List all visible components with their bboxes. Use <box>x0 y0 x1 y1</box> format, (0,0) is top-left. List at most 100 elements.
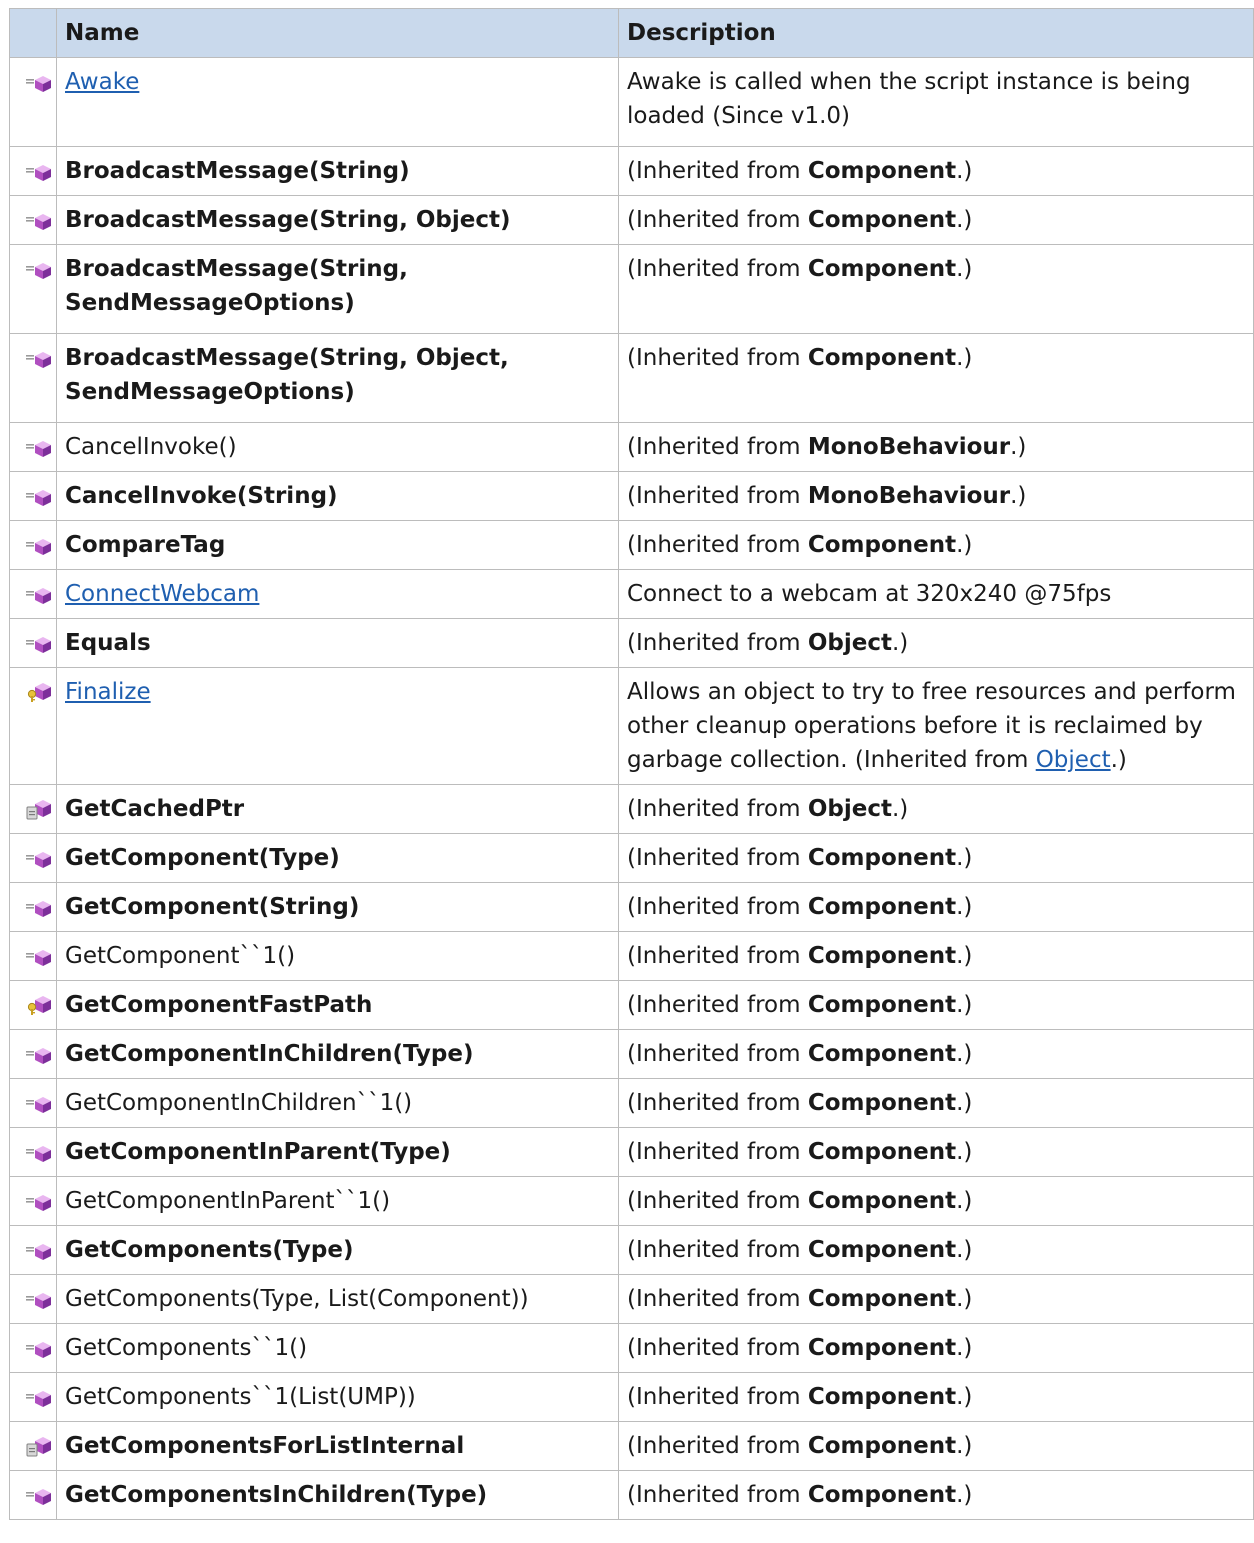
public-method-icon <box>24 893 56 929</box>
description-text: .) <box>956 158 973 184</box>
member-icon-cell <box>9 146 57 196</box>
inherited-from-type: Component <box>807 1433 957 1459</box>
member-icon-cell <box>9 1127 57 1177</box>
inherited-from-type: MonoBehaviour <box>807 483 1011 509</box>
member-description-cell: (Inherited from Component.) <box>618 333 1254 423</box>
member-name: BroadcastMessage(String, SendMessageOpti… <box>65 256 408 316</box>
member-description-cell: (Inherited from Component.) <box>618 520 1254 570</box>
member-name-cell: GetComponentFastPath <box>56 980 619 1030</box>
internal-method-icon <box>24 795 56 831</box>
member-icon-cell <box>9 244 57 334</box>
public-method-icon <box>24 255 56 291</box>
table-row: GetComponentInParent(Type) (Inherited fr… <box>9 1127 1254 1177</box>
member-name-cell: GetComponentsInChildren(Type) <box>56 1470 619 1520</box>
member-name: GetComponentInParent``1() <box>65 1188 391 1214</box>
member-description-cell: (Inherited from MonoBehaviour.) <box>618 471 1254 521</box>
table-row: GetComponent(String) (Inherited from Com… <box>9 882 1254 932</box>
inherited-from-type: Component <box>807 1482 957 1508</box>
public-method-icon <box>24 1383 56 1419</box>
description-text: .) <box>956 532 973 558</box>
member-name-cell: GetComponentsForListInternal <box>56 1421 619 1471</box>
member-link[interactable]: ConnectWebcam <box>65 581 259 607</box>
description-text: (Inherited from <box>627 1384 808 1410</box>
internal-method-icon <box>24 1432 56 1468</box>
description-text: (Inherited from <box>627 1237 808 1263</box>
table-row: GetComponents(Type) (Inherited from Comp… <box>9 1225 1254 1275</box>
member-icon-cell <box>9 422 57 472</box>
description-text: (Inherited from <box>627 256 808 282</box>
inherited-from-type: Component <box>807 1090 957 1116</box>
member-name: GetComponent``1() <box>65 943 296 969</box>
member-name: BroadcastMessage(String, Object) <box>65 207 511 233</box>
description-text: .) <box>956 1139 973 1165</box>
description-text: (Inherited from <box>627 1335 808 1361</box>
description-text: .) <box>956 1482 973 1508</box>
member-name: GetComponentInParent(Type) <box>65 1139 451 1165</box>
member-icon-cell <box>9 569 57 619</box>
description-text: (Inherited from <box>627 1433 808 1459</box>
protected-method-icon <box>24 678 56 714</box>
member-icon-cell <box>9 1323 57 1373</box>
inherited-from-type: Component <box>807 345 957 371</box>
description-text: .) <box>956 256 973 282</box>
description-text: .) <box>956 1335 973 1361</box>
inherited-from-type: Component <box>807 207 957 233</box>
table-row: BroadcastMessage(String, Object) (Inheri… <box>9 195 1254 245</box>
table-row: Awake Awake is called when the script ins… <box>9 57 1254 147</box>
table-row: GetComponents``1(List(UMP)) (Inherited f… <box>9 1372 1254 1422</box>
member-icon-cell <box>9 333 57 423</box>
public-method-icon <box>24 580 56 616</box>
member-name: GetComponentInChildren(Type) <box>65 1041 474 1067</box>
description-text: Awake is called when the script instance… <box>627 69 1191 129</box>
table-row: Equals (Inherited from Object.) <box>9 618 1254 668</box>
description-text: (Inherited from <box>627 1090 808 1116</box>
public-method-icon <box>24 942 56 978</box>
member-icon-cell <box>9 980 57 1030</box>
member-icon-cell <box>9 471 57 521</box>
member-icon-cell <box>9 195 57 245</box>
description-text: .) <box>956 943 973 969</box>
description-text: (Inherited from <box>627 796 808 822</box>
header-row: Name Description <box>9 8 1254 58</box>
member-name-cell: GetComponent(String) <box>56 882 619 932</box>
description-text: (Inherited from <box>627 345 808 371</box>
member-name-cell: GetComponent``1() <box>56 931 619 981</box>
description-text: (Inherited from <box>627 1188 808 1214</box>
inherited-from-type: Component <box>807 1041 957 1067</box>
description-text: .) <box>956 992 973 1018</box>
member-description-cell: (Inherited from Object.) <box>618 618 1254 668</box>
public-method-icon <box>24 1040 56 1076</box>
inherited-from-type: Component <box>807 1237 957 1263</box>
member-name-cell: GetComponents(Type, List(Component)) <box>56 1274 619 1324</box>
public-method-icon <box>24 1285 56 1321</box>
member-link[interactable]: Finalize <box>65 679 151 705</box>
member-name-cell: Finalize <box>56 667 619 785</box>
description-text: .) <box>956 1090 973 1116</box>
public-method-icon <box>24 629 56 665</box>
description-text: (Inherited from <box>627 992 808 1018</box>
inherited-from-type: Component <box>807 1139 957 1165</box>
public-method-icon <box>24 844 56 880</box>
member-description-cell: (Inherited from Component.) <box>618 244 1254 334</box>
description-text: (Inherited from <box>627 1482 808 1508</box>
public-method-icon <box>24 1138 56 1174</box>
public-method-icon <box>24 433 56 469</box>
public-method-icon <box>24 157 56 193</box>
description-text: (Inherited from <box>627 943 808 969</box>
table-row: Finalize Allows an object to try to free … <box>9 667 1254 785</box>
description-text: (Inherited from <box>627 532 808 558</box>
description-text: .) <box>956 345 973 371</box>
member-name-cell: GetComponentInChildren(Type) <box>56 1029 619 1079</box>
inherited-from-link[interactable]: Object <box>1036 747 1111 773</box>
description-text: (Inherited from <box>627 894 808 920</box>
member-icon-cell <box>9 882 57 932</box>
table-row: GetComponentsInChildren(Type) (Inherited… <box>9 1470 1254 1520</box>
member-link[interactable]: Awake <box>65 69 139 95</box>
description-text: (Inherited from <box>627 1041 808 1067</box>
description-text: .) <box>956 1237 973 1263</box>
inherited-from-type: Component <box>807 894 957 920</box>
inherited-from-type: Component <box>807 845 957 871</box>
member-name-cell: GetComponents``1(List(UMP)) <box>56 1372 619 1422</box>
description-text: .) <box>1110 747 1127 773</box>
member-description-cell: (Inherited from Component.) <box>618 1225 1254 1275</box>
